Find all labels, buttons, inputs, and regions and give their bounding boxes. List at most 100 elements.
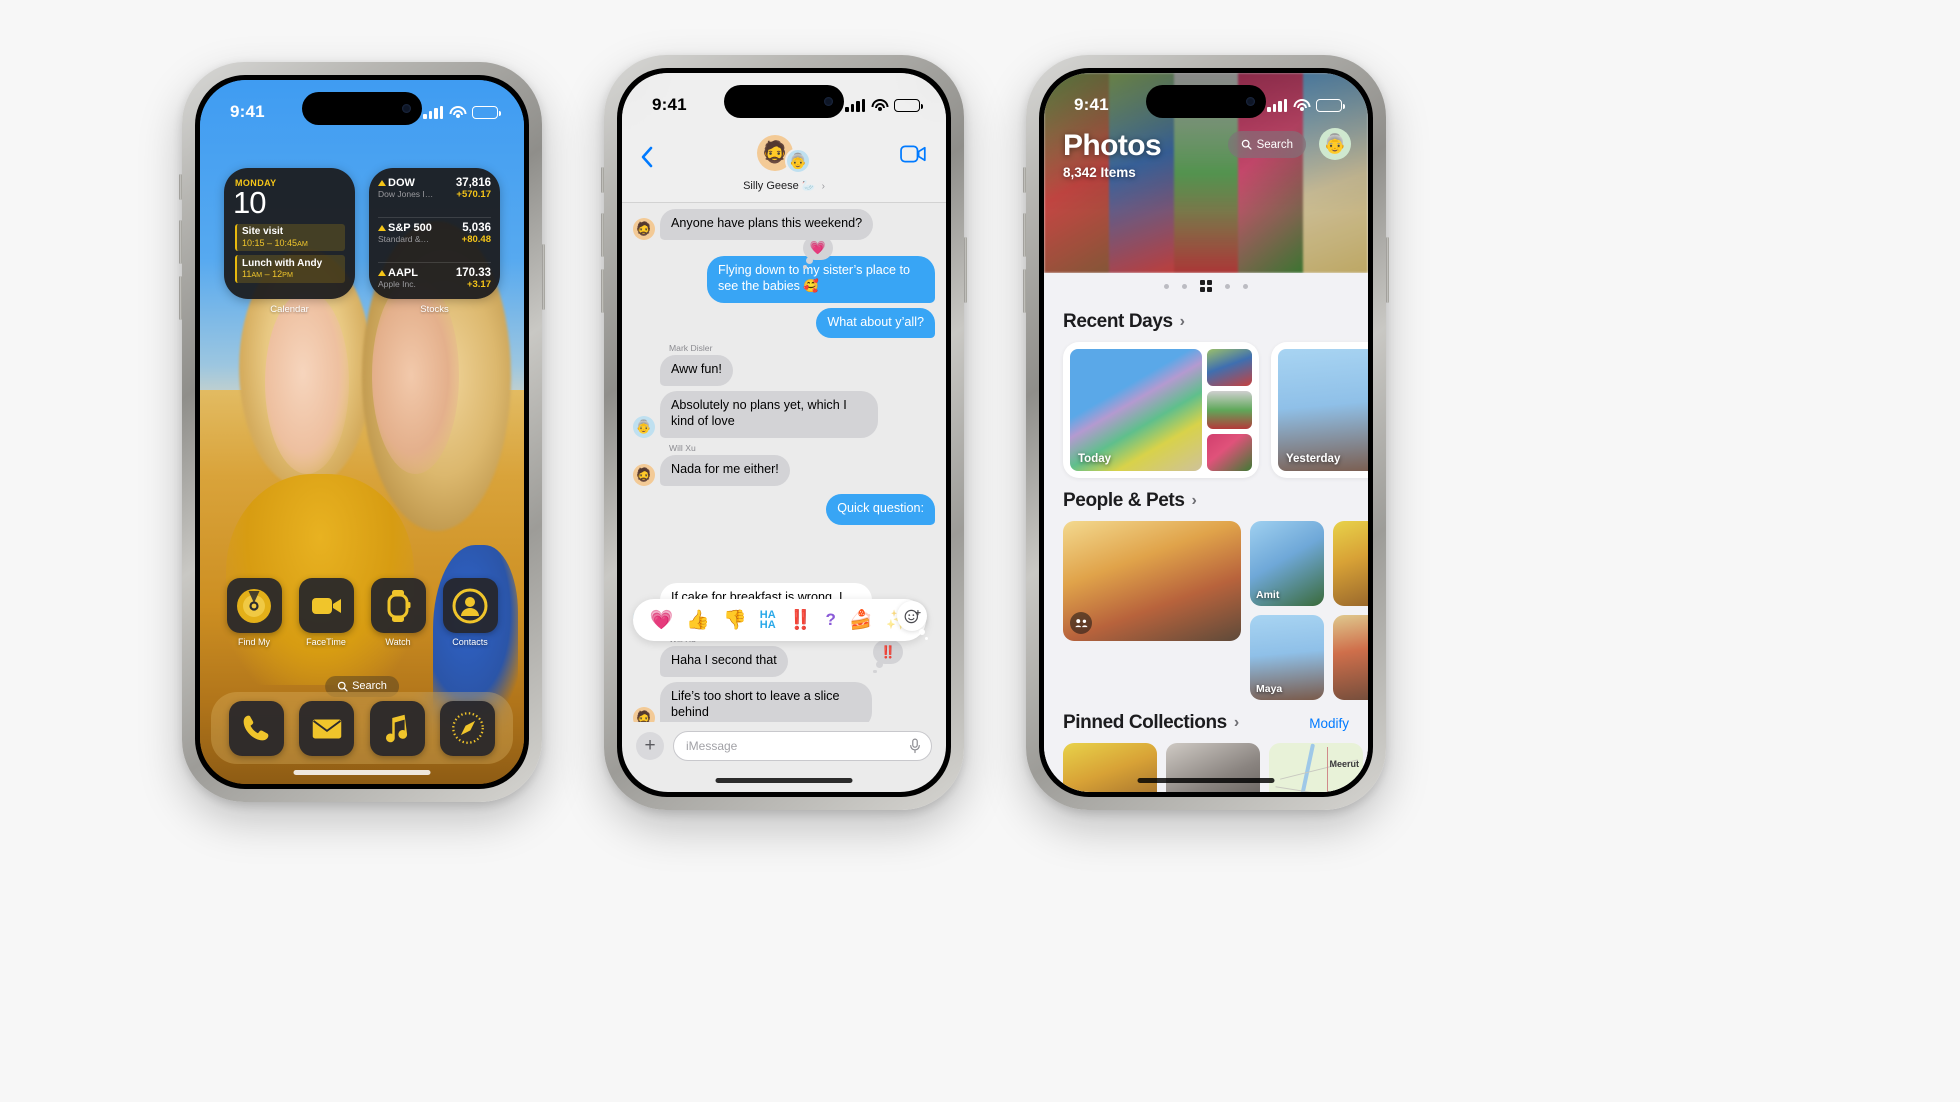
tapback-option-thumbsdown[interactable]: 👎 [723, 608, 747, 632]
power-button[interactable] [542, 244, 545, 310]
collection-card[interactable] [1063, 743, 1157, 792]
facetime-button[interactable] [900, 145, 926, 168]
mail-icon[interactable] [299, 700, 355, 756]
stock-row[interactable]: AAPL 170.33 Apple Inc. +3.17 [378, 262, 491, 292]
stock-row[interactable]: S&P 500 5,036 Standard &… +80.48 [378, 217, 491, 247]
message-bubble[interactable]: Life’s too short to leave a slice behind [660, 682, 872, 722]
map-label: Ghaz [1338, 787, 1361, 792]
calendar-widget[interactable]: MONDAY 10 Site visit 10:15 – 10:45AM Lun… [224, 168, 355, 299]
person-card[interactable]: Amit [1250, 521, 1324, 606]
message-bubble[interactable]: Anyone have plans this weekend? [660, 209, 874, 240]
safari-icon[interactable] [440, 700, 496, 756]
message-thread[interactable]: 🧔 Anyone have plans this weekend? 💗 Flyi… [622, 203, 946, 722]
tapback-reaction-bar[interactable]: 💗 👍 👎 HAHA ‼️ ? 🍰 ✨ [633, 599, 926, 641]
mute-switch[interactable] [1023, 167, 1026, 193]
page-dot[interactable] [1164, 283, 1169, 289]
people-group-card[interactable] [1063, 521, 1241, 641]
volume-down-button[interactable] [1023, 269, 1026, 313]
chevron-right-icon: › [1191, 492, 1197, 509]
tapback-option-thumbsup[interactable]: 👍 [686, 608, 710, 632]
avatar: 🧔 [633, 707, 655, 722]
person-card[interactable] [1333, 615, 1368, 700]
tapback-option-haha[interactable]: HA HA [760, 609, 776, 630]
memoji-avatar[interactable]: 👵 [1319, 128, 1351, 160]
photo-thumbnail[interactable]: Yesterday [1278, 349, 1368, 471]
tapback-exclaim[interactable]: ‼️ [873, 640, 903, 674]
photos-content[interactable]: Recent Days › Today Yesterday People & P… [1044, 299, 1368, 792]
attachment-plus-button[interactable]: + [636, 732, 664, 760]
findmy-icon [226, 578, 282, 633]
stock-row[interactable]: DOW 37,816 Dow Jones I… +570.17 [378, 175, 491, 202]
power-button[interactable] [964, 237, 967, 303]
phone-icon[interactable] [228, 700, 284, 756]
imessage-placeholder: iMessage [686, 739, 738, 753]
section-title: Pinned Collections [1063, 712, 1227, 733]
conversation-title[interactable]: Silly Geese 🦢 › [622, 179, 946, 192]
message-bubble[interactable]: Quick question: [826, 493, 935, 525]
person-card[interactable] [1333, 521, 1368, 606]
music-icon[interactable] [369, 700, 425, 756]
pinned-collections-rail[interactable]: Meerut Ghaz Delhi [1044, 743, 1368, 792]
app-watch[interactable]: Watch [370, 578, 426, 647]
message-bubble[interactable]: Nada for me either! [660, 455, 790, 486]
volume-up-button[interactable] [601, 213, 604, 257]
iphone-home-screen-device: 9:41 MONDAY 10 Site visit 10:15 – 10:45A… [179, 62, 545, 802]
app-icon-row: Find My FaceTime Watch Contacts [200, 578, 524, 647]
message-bubble[interactable]: Flying down to my sister’s place to see … [707, 255, 935, 303]
app-facetime[interactable]: FaceTime [298, 578, 354, 647]
imessage-input[interactable]: iMessage [673, 731, 932, 761]
page-dot[interactable] [1243, 283, 1248, 289]
photo-thumbnail[interactable]: Today [1070, 349, 1202, 471]
person-card[interactable]: Maya [1250, 615, 1324, 700]
recent-days-rail[interactable]: Today Yesterday [1044, 342, 1368, 478]
tapback-option-heart[interactable]: 💗 [650, 608, 674, 632]
volume-down-button[interactable] [179, 276, 182, 320]
photos-screen: 9:41 Photos 8,342 Items Search 👵 Recent … [1044, 73, 1368, 792]
tapback-heart[interactable]: 💗 [803, 235, 833, 269]
grid-view-icon[interactable] [1200, 280, 1212, 292]
people-and-pets-header[interactable]: People & Pets › [1044, 478, 1368, 521]
calendar-event[interactable]: Site visit 10:15 – 10:45AM [235, 223, 345, 252]
page-dot[interactable] [1182, 283, 1187, 289]
volume-up-button[interactable] [1023, 213, 1026, 257]
dock [211, 692, 513, 764]
calendar-event[interactable]: Lunch with Andy 11AM – 12PM [235, 255, 345, 284]
photos-page-indicator[interactable] [1044, 273, 1368, 299]
people-and-pets-rail[interactable]: Amit Maya [1044, 521, 1368, 700]
battery-icon [894, 98, 923, 112]
stocks-widget[interactable]: DOW 37,816 Dow Jones I… +570.17 S&P 500 … [369, 168, 500, 299]
tapback-option-exclaim[interactable]: ‼️ [789, 608, 813, 632]
page-title: Photos [1063, 129, 1162, 162]
message-bubble[interactable]: What about y’all? [816, 307, 935, 339]
message-bubble[interactable]: Absolutely no plans yet, which I kind of… [660, 391, 878, 439]
group-avatars[interactable]: 🧔 👵 [751, 135, 817, 179]
message-bubble[interactable]: Aww fun! [660, 355, 733, 387]
volume-down-button[interactable] [601, 269, 604, 313]
message-row: Quick question: [633, 493, 935, 525]
modify-button[interactable]: Modify [1309, 716, 1349, 731]
recent-days-header[interactable]: Recent Days › [1044, 299, 1368, 342]
photos-search-button[interactable]: Search [1227, 131, 1306, 158]
app-find-my[interactable]: Find My [226, 578, 282, 647]
search-icon [337, 681, 348, 692]
page-dot[interactable] [1225, 283, 1230, 289]
recent-day-card[interactable]: Today [1063, 342, 1259, 478]
mute-switch[interactable] [601, 167, 604, 193]
tapback-option-question[interactable]: ? [826, 610, 836, 630]
photo-thumbnail[interactable] [1207, 391, 1252, 429]
power-button[interactable] [1386, 237, 1389, 303]
photo-thumbnail[interactable] [1207, 433, 1252, 471]
volume-up-button[interactable] [179, 220, 182, 264]
collection-card-map[interactable]: Meerut Ghaz Delhi [1269, 743, 1363, 792]
video-camera-icon [900, 145, 926, 163]
stocks-widget-wrap: DOW 37,816 Dow Jones I… +570.17 S&P 500 … [369, 168, 500, 315]
recent-day-card[interactable]: Yesterday [1271, 342, 1368, 478]
mute-switch[interactable] [179, 174, 182, 200]
message-bubble[interactable]: Haha I second that [660, 646, 788, 678]
back-button[interactable] [640, 145, 654, 173]
app-contacts[interactable]: Contacts [442, 578, 498, 647]
tapback-option-cake[interactable]: 🍰 [849, 608, 873, 632]
photo-thumbnail[interactable] [1207, 349, 1252, 387]
collection-card[interactable] [1166, 743, 1260, 792]
pinned-collections-header[interactable]: Pinned Collections › Modify [1044, 700, 1368, 743]
